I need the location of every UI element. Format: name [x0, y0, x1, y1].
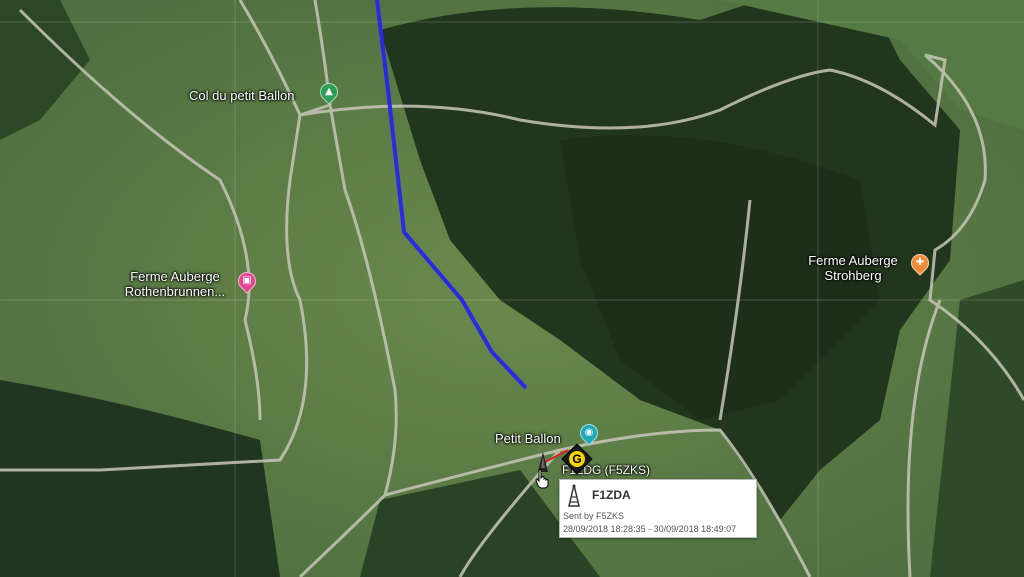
map-view[interactable]: Col du petit Ballon ▲ Ferme Auberge Roth…: [0, 0, 1024, 577]
popup-title: F1ZDA: [592, 488, 631, 502]
tower-icon: [568, 484, 580, 507]
popup-sent-by: Sent by F5ZKS: [563, 511, 625, 521]
popup-dates: 28/09/2018 18:28:35 - 30/09/2018 18:49:0…: [563, 524, 737, 534]
station-popup[interactable]: F1ZDA Sent by F5ZKS 28/09/2018 18:28:35 …: [559, 479, 757, 538]
place-label-strohberg[interactable]: Ferme Auberge Strohberg: [798, 253, 908, 283]
tree-icon: ▲: [325, 86, 333, 97]
bed-icon: ▣: [242, 275, 252, 286]
place-label-petit-ballon[interactable]: Petit Ballon: [495, 431, 561, 446]
place-label-rothenbrunnen[interactable]: Ferme Auberge Rothenbrunnen...: [115, 269, 235, 299]
hand-cursor-icon: [535, 469, 549, 489]
fork-knife-icon: ✚: [915, 257, 925, 268]
camera-icon: ◉: [584, 427, 594, 438]
place-label-col[interactable]: Col du petit Ballon: [189, 88, 295, 103]
